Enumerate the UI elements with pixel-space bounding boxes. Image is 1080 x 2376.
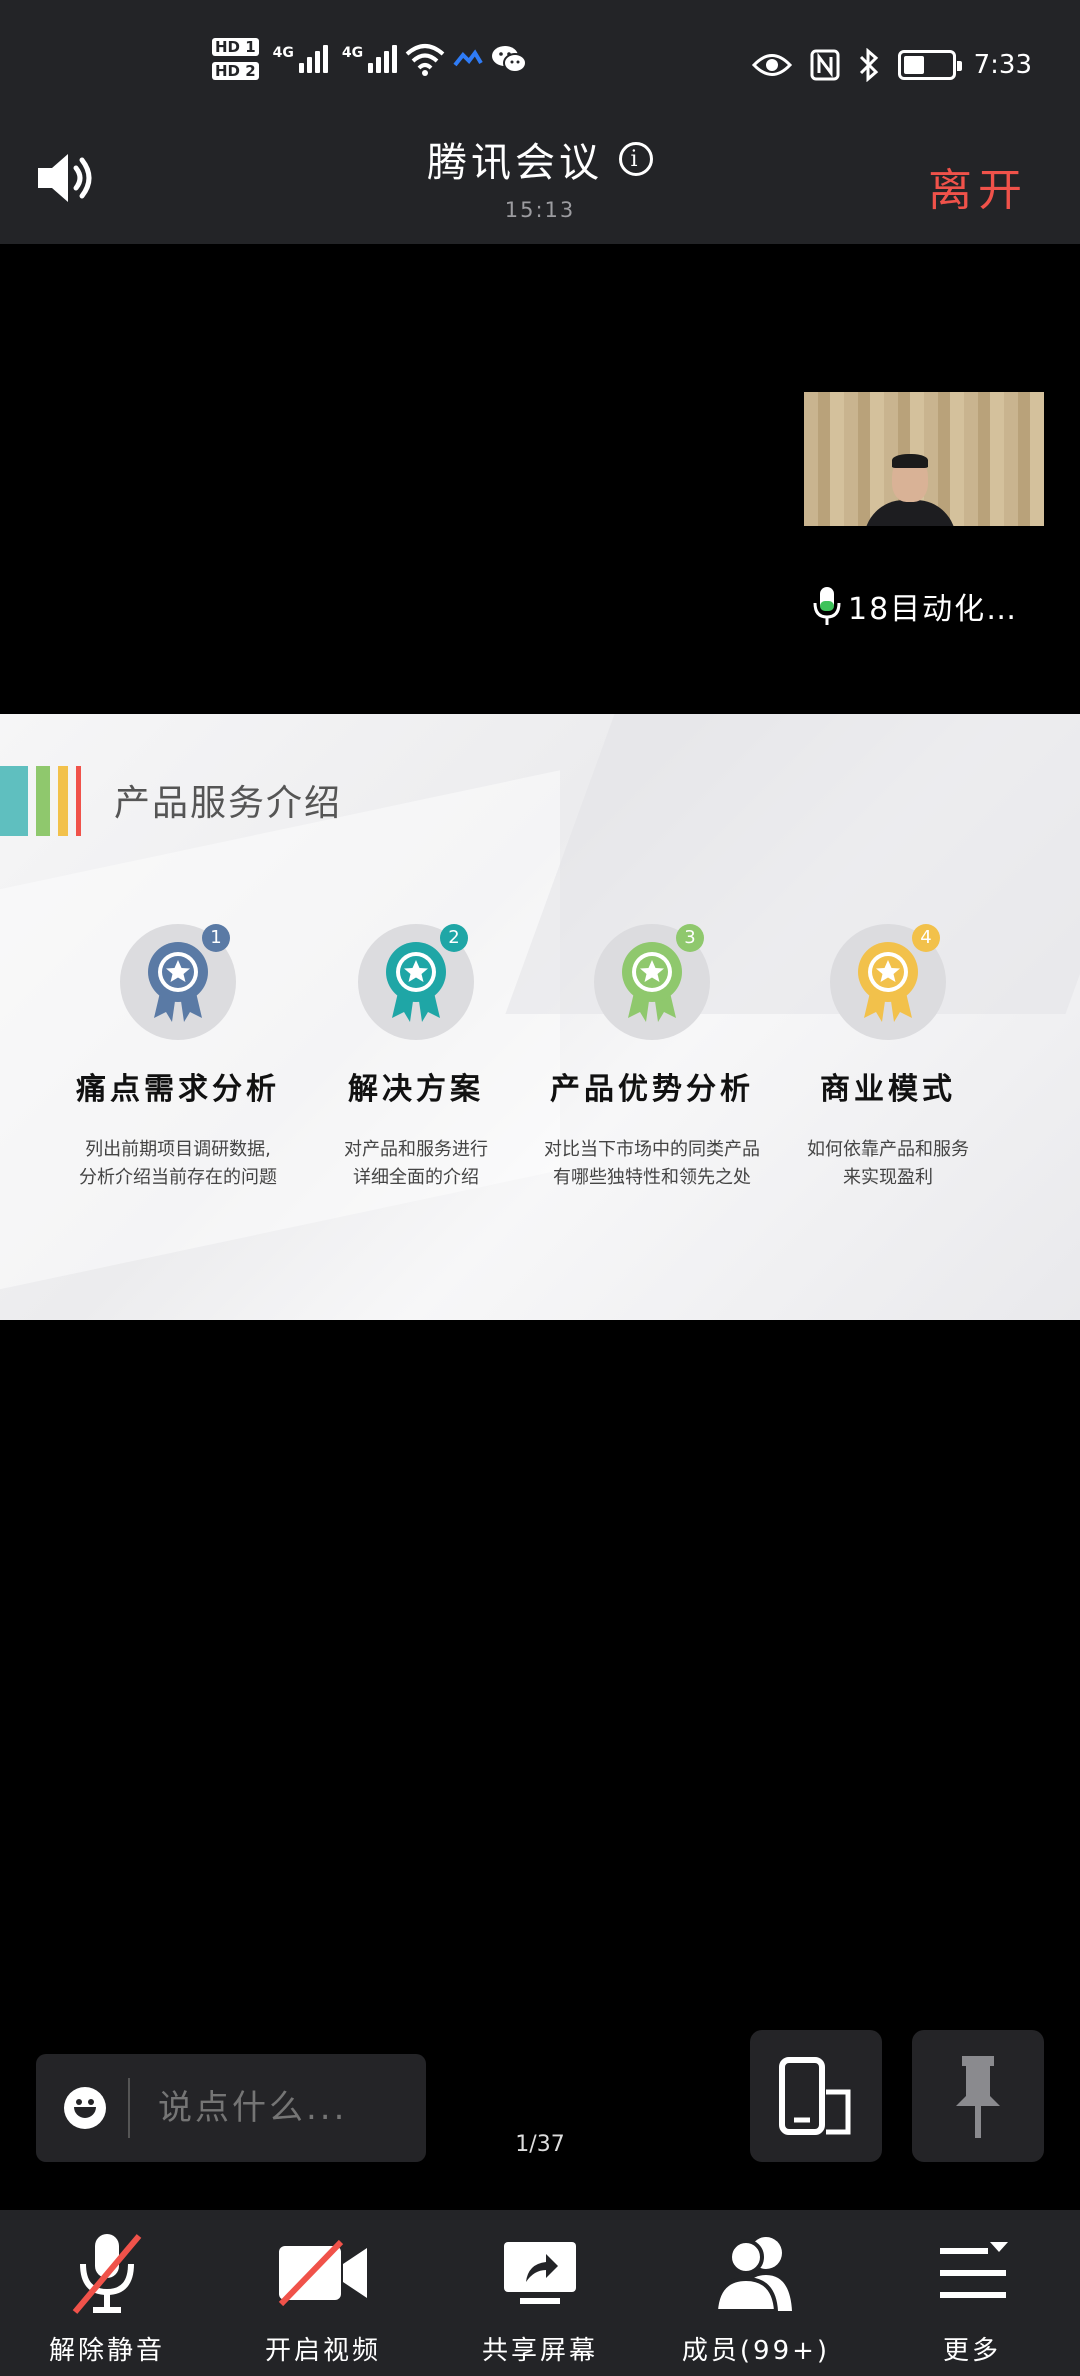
bluetooth-icon (859, 48, 878, 82)
more-button[interactable]: 更多 (872, 2228, 1072, 2367)
meeting-title: 腾讯会议 (427, 140, 603, 186)
award-icon: 4 (830, 924, 946, 1040)
members-icon (713, 2237, 792, 2313)
members-label: 成员(99+) (681, 2336, 831, 2366)
item-description: 对比当下市场中的同类产品 有哪些独特性和领先之处 (544, 1139, 760, 1188)
info-icon[interactable]: i (619, 142, 653, 176)
item-description: 对产品和服务进行 详细全面的介绍 (344, 1139, 488, 1188)
share-screen-label: 共享屏幕 (481, 2336, 598, 2366)
share-screen-icon (504, 2242, 576, 2304)
item-title: 痛点需求分析 (76, 1072, 280, 1107)
status-bar: HD 1 HD 2 4G 4G 7:33 (0, 0, 1080, 140)
start-video-button[interactable]: 开启视频 (223, 2228, 423, 2367)
signal-icon: 4G (273, 45, 328, 73)
item-title: 商业模式 (820, 1072, 956, 1107)
menu-icon (940, 2242, 1008, 2298)
slide-title: 产品服务介绍 (114, 783, 343, 824)
status-time: 7:33 (973, 50, 1032, 80)
bottom-toolbar: 解除静音 开启视频 共享屏幕 成员(99+) 更多 (0, 2210, 1080, 2376)
meeting-title-block: 腾讯会议 i 15:13 (0, 130, 1080, 222)
accent-bar (76, 766, 81, 836)
phone-rotate-icon (779, 2057, 851, 2135)
status-left: HD 1 HD 2 4G 4G (212, 38, 528, 80)
leave-button[interactable]: 离开 (928, 154, 1028, 218)
item-title: 解决方案 (348, 1072, 484, 1107)
award-icon: 2 (358, 924, 474, 1040)
battery-icon (897, 50, 962, 80)
item-number: 1 (202, 924, 230, 952)
slide-item: 3 产品优势分析 对比当下市场中的同类产品 有哪些独特性和领先之处 (532, 924, 772, 1192)
accent-bar (0, 766, 28, 836)
pin-icon (956, 2056, 1000, 2138)
participant-video[interactable] (804, 392, 1044, 526)
sim1-badge: HD 1 (212, 38, 259, 56)
meeting-header: HD 1 HD 2 4G 4G 7:33 腾讯会议 i 15:13 离开 (0, 0, 1080, 244)
shared-screen-slide: 产品服务介绍 1 痛点需求分析 列出前期项目调研数据, 分析介绍当前存在的问题 … (0, 714, 1080, 1320)
accent-bar (36, 766, 50, 836)
pin-button[interactable] (912, 2030, 1044, 2162)
participant-name: 18目动化… (848, 592, 1019, 627)
title-accent-bars (0, 766, 81, 836)
item-number: 2 (440, 924, 468, 952)
sim2-badge: HD 2 (212, 62, 259, 80)
more-label: 更多 (942, 2336, 1001, 2366)
wifi-icon (405, 44, 445, 76)
meeting-duration: 15:13 (504, 198, 576, 222)
members-button[interactable]: 成员(99+) (656, 2228, 856, 2367)
start-video-label: 开启视频 (264, 2336, 381, 2366)
switch-layout-button[interactable] (750, 2030, 882, 2162)
chat-input[interactable] (158, 2088, 378, 2128)
chat-divider (128, 2078, 130, 2138)
status-right: 7:33 (751, 48, 1032, 82)
mic-icon (813, 587, 841, 625)
wechat-icon (492, 46, 528, 73)
item-number: 3 (676, 924, 704, 952)
slide-item: 2 解决方案 对产品和服务进行 详细全面的介绍 (296, 924, 536, 1192)
slide-item: 1 痛点需求分析 列出前期项目调研数据, 分析介绍当前存在的问题 (58, 924, 298, 1192)
app-notification-icon (453, 49, 483, 67)
share-screen-button[interactable]: 共享屏幕 (440, 2228, 640, 2367)
item-description: 如何依靠产品和服务 来实现盈利 (807, 1139, 969, 1188)
unmute-label: 解除静音 (48, 2336, 165, 2366)
nfc-icon (810, 49, 840, 81)
award-icon: 1 (120, 924, 236, 1040)
signal-icon-2: 4G (342, 45, 398, 73)
eye-icon (751, 54, 792, 76)
participant-image (852, 454, 962, 526)
participant-label: 18目动化… (812, 584, 1018, 628)
item-number: 4 (912, 924, 940, 952)
emoji-icon[interactable] (64, 2087, 106, 2129)
item-title: 产品优势分析 (550, 1072, 754, 1107)
accent-bar (58, 766, 68, 836)
mic-muted-icon (72, 2234, 142, 2314)
unmute-button[interactable]: 解除静音 (7, 2228, 207, 2367)
award-icon: 3 (594, 924, 710, 1040)
item-description: 列出前期项目调研数据, 分析介绍当前存在的问题 (79, 1139, 277, 1188)
video-off-icon (278, 2239, 367, 2307)
slide-item: 4 商业模式 如何依靠产品和服务 来实现盈利 (768, 924, 1008, 1192)
